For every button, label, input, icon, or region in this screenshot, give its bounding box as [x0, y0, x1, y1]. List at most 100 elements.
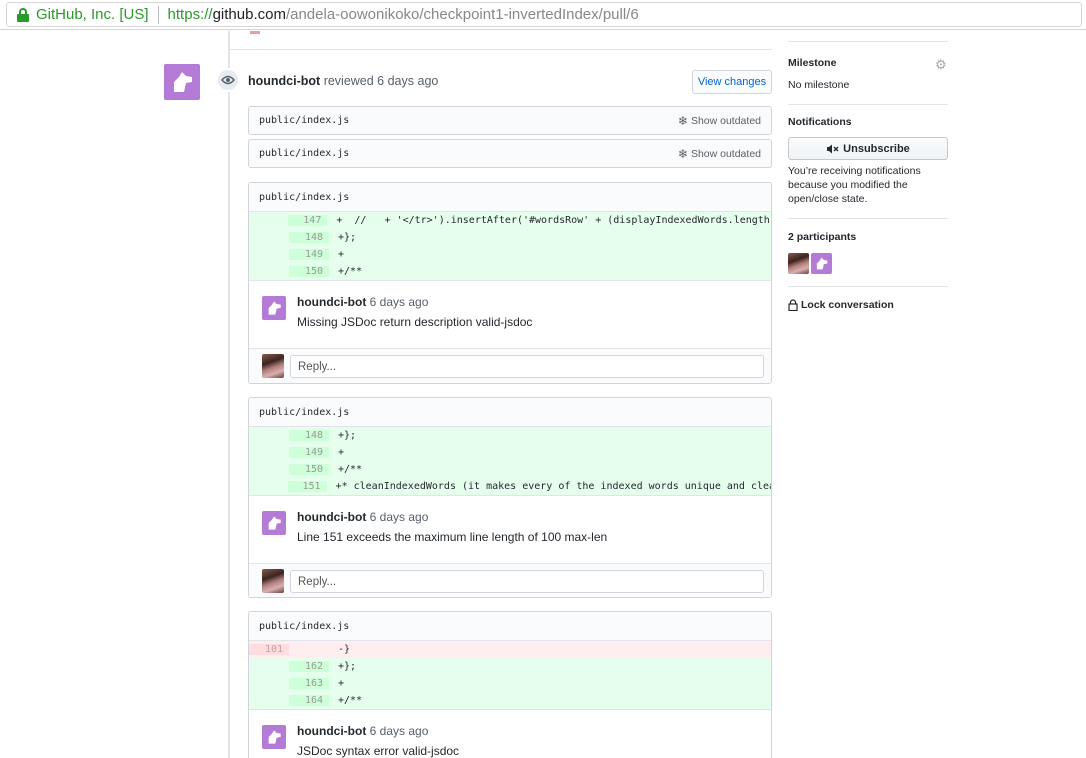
review-thread: public/index.js 101 -} 162 +}; 163 + 164 +/*…: [248, 611, 772, 758]
diff-hunk: 147 + // + '</tr>').insertAfter('#wordsRo…: [249, 212, 771, 280]
diff-line: 147 + // + '</tr>').insertAfter('#wordsRo…: [249, 212, 771, 229]
review-comment: houndci-bot 6 days ago JSDoc syntax erro…: [249, 709, 771, 758]
secure-lock-icon: [17, 7, 29, 22]
comment-avatar[interactable]: [262, 725, 286, 749]
url-separator: [157, 5, 159, 24]
file-name: public/index.js: [259, 148, 350, 159]
reply-bar: Reply...: [249, 563, 771, 597]
url-scheme: https://: [167, 6, 213, 23]
diff-line: 150 +/**: [249, 263, 771, 280]
outdated-file: public/index.js ❄ Show outdated: [248, 139, 772, 168]
participant-avatar[interactable]: [811, 253, 832, 274]
timeline-line: [228, 31, 230, 758]
fold-icon: ❄: [677, 113, 688, 128]
file-name[interactable]: public/index.js: [259, 407, 349, 418]
comment-body: Missing JSDoc return description valid-j…: [297, 315, 533, 329]
hound-logo-icon: [816, 257, 828, 270]
comment-time[interactable]: 6 days ago: [370, 295, 429, 309]
lock-conversation-button[interactable]: Lock conversation: [788, 299, 894, 311]
code-line: + // + '</tr>').insertAfter('#wordsRow' …: [336, 215, 771, 226]
new-line-number[interactable]: 149: [289, 447, 329, 458]
new-line-number[interactable]: 148: [289, 430, 329, 441]
unsubscribe-button[interactable]: Unsubscribe: [788, 137, 948, 160]
timeline-divider: [228, 49, 772, 50]
notifications-reason-line-3: open/close state.: [788, 193, 868, 205]
user-avatar: [262, 569, 284, 593]
show-outdated-label: Show outdated: [690, 147, 761, 160]
comment-body: Line 151 exceeds the maximum line length…: [297, 530, 608, 544]
hound-logo-icon: [268, 301, 281, 315]
comment-header: houndci-bot 6 days ago: [297, 510, 428, 524]
code-line: +: [338, 447, 345, 458]
address-field[interactable]: GitHub, Inc. [US] https://github.com/and…: [6, 2, 1082, 27]
fold-icon: ❄: [677, 146, 688, 161]
notifications-title: Notifications: [788, 116, 852, 128]
gear-icon[interactable]: ⚙: [935, 57, 947, 73]
diff-line: 162 +};: [249, 658, 771, 675]
new-line-number[interactable]: 151: [287, 481, 327, 492]
url-path: /andela-oowonikoko/checkpoint1-invertedI…: [285, 6, 639, 23]
user-avatar: [262, 354, 284, 378]
review-comment: houndci-bot 6 days ago Missing JSDoc ret…: [249, 280, 771, 348]
code-line: +/**: [338, 266, 363, 277]
diff-line: 151 +* cleanIndexedWords (it makes every …: [249, 478, 771, 495]
unsubscribe-label: Unsubscribe: [843, 142, 910, 155]
new-line-number[interactable]: 162: [289, 661, 329, 672]
file-name: public/index.js: [259, 115, 350, 126]
reply-input[interactable]: Reply...: [290, 355, 764, 378]
reply-input[interactable]: Reply...: [290, 570, 764, 593]
comment-time[interactable]: 6 days ago: [370, 510, 429, 524]
thread-header: public/index.js: [249, 612, 771, 641]
code-line: +: [338, 678, 345, 689]
certificate-org[interactable]: GitHub, Inc. [US]: [36, 6, 149, 23]
thread-header: public/index.js: [249, 183, 771, 212]
comment-avatar[interactable]: [262, 511, 286, 535]
comment-body: JSDoc syntax error valid-jsdoc: [297, 744, 460, 758]
diff-line: 148 +};: [249, 229, 771, 246]
diff-line: 101 -}: [249, 641, 771, 658]
participant-avatar[interactable]: [788, 253, 809, 274]
code-line: +};: [338, 661, 357, 672]
review-author[interactable]: houndci-bot: [248, 74, 320, 88]
comment-time[interactable]: 6 days ago: [370, 724, 429, 738]
show-outdated-button[interactable]: ❄ Show outdated: [678, 147, 761, 161]
comment-author[interactable]: houndci-bot: [297, 295, 366, 309]
new-line-number[interactable]: 163: [289, 678, 329, 689]
bot-avatar[interactable]: [164, 64, 200, 100]
comment-avatar[interactable]: [262, 296, 286, 320]
new-line-number[interactable]: 150: [289, 464, 329, 475]
show-outdated-label: Show outdated: [690, 114, 761, 127]
file-name[interactable]: public/index.js: [259, 621, 349, 632]
hound-logo-icon: [174, 72, 192, 92]
notifications-reason-line-2: because you modified the: [788, 179, 908, 191]
code-line: -}: [338, 644, 351, 655]
hound-logo-icon: [268, 730, 281, 744]
hound-logo-icon: [268, 516, 281, 530]
diff-line: 149 +: [249, 444, 771, 461]
review-header: houndci-bot reviewed 6 days ago: [248, 74, 438, 88]
comment-author[interactable]: houndci-bot: [297, 510, 366, 524]
file-name[interactable]: public/index.js: [259, 192, 349, 203]
lock-icon: [788, 299, 798, 311]
new-line-number[interactable]: 147: [288, 215, 328, 226]
thread-header: public/index.js: [249, 398, 771, 427]
mute-icon: [827, 144, 839, 153]
new-line-number[interactable]: 150: [289, 266, 329, 277]
show-outdated-button[interactable]: ❄ Show outdated: [678, 114, 761, 128]
code-line: +/**: [338, 695, 363, 706]
milestone-value: No milestone: [788, 79, 850, 91]
review-comment: houndci-bot 6 days ago Line 151 exceeds …: [249, 495, 771, 563]
new-line-number[interactable]: 149: [289, 249, 329, 260]
review-thread: public/index.js 148 +}; 149 + 150 +/** 151 +…: [248, 397, 772, 598]
review-time[interactable]: reviewed 6 days ago: [324, 74, 439, 88]
notifications-reason-line-1: You’re receiving notifications: [788, 165, 921, 177]
sidebar-divider: [788, 286, 948, 287]
outdated-file: public/index.js ❄ Show outdated: [248, 106, 772, 135]
old-line-number[interactable]: 101: [249, 644, 289, 655]
new-line-number[interactable]: 164: [289, 695, 329, 706]
comment-header: houndci-bot 6 days ago: [297, 724, 428, 738]
comment-author[interactable]: houndci-bot: [297, 724, 366, 738]
view-changes-button[interactable]: View changes: [692, 70, 772, 94]
new-line-number[interactable]: 148: [289, 232, 329, 243]
code-line: +};: [338, 232, 357, 243]
